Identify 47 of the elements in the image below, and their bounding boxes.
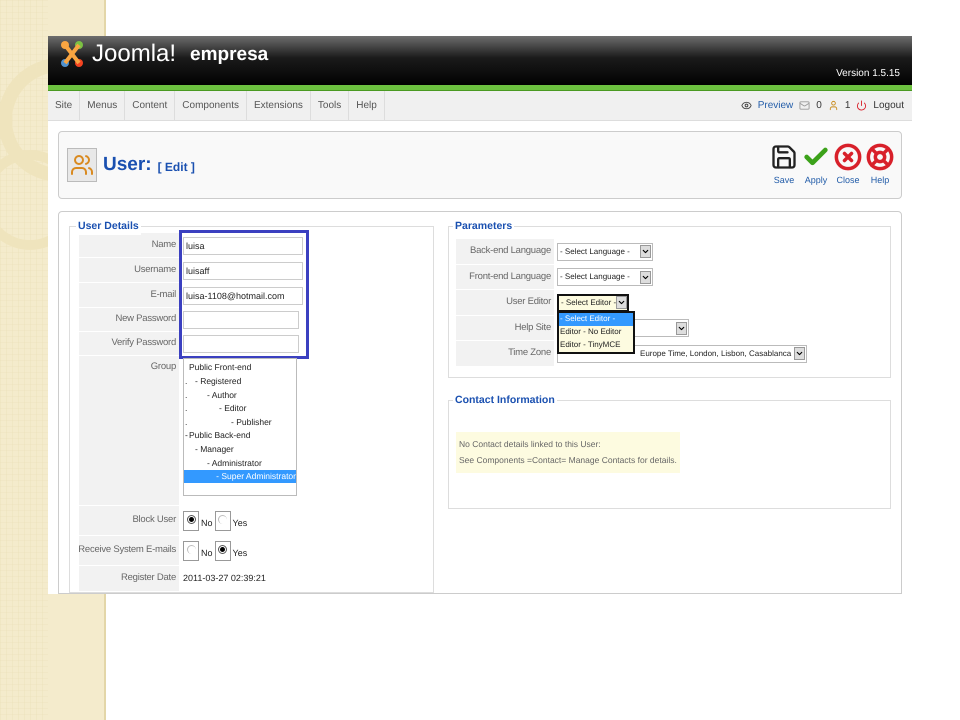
field-label: Block User: [79, 506, 179, 536]
fieldset-legend: User Details: [76, 219, 141, 235]
option-label: - Manager: [195, 442, 234, 456]
radio-label: Yes: [232, 517, 248, 530]
page-subtitle: [ Edit ]: [158, 158, 195, 176]
users-count: 1: [844, 99, 850, 114]
field-label: Name: [79, 233, 179, 258]
field-label: Help Site: [456, 316, 554, 341]
option-label: Public Back-end: [189, 429, 250, 442]
option-label: - Author: [207, 388, 237, 402]
option-label: - Publisher: [231, 416, 272, 429]
field-label: Time Zone: [456, 341, 554, 366]
option-label: - Editor: [219, 402, 246, 415]
field-label: User Editor: [456, 290, 554, 316]
option-lead: .: [185, 402, 188, 415]
option-label: - Super Administrator: [216, 470, 296, 483]
field-label: Group: [79, 356, 179, 506]
field-label: Verify Password: [79, 332, 179, 356]
select-value: - Select Editor -: [561, 296, 616, 309]
select-value: - Select Language -: [560, 246, 630, 258]
notice-text: See Components =Contact= Manage Contacts for details.: [459, 454, 677, 467]
option-lead: .: [185, 416, 188, 429]
option-lead: .: [185, 375, 188, 388]
page-title: User:: [103, 152, 152, 177]
messages-count: 0: [816, 99, 822, 114]
select-value: - Select Language -: [560, 271, 630, 284]
field-label: Register Date: [79, 566, 179, 592]
field-label: New Password: [79, 308, 179, 332]
field-label: E-mail: [79, 283, 179, 308]
version-text: Version 1.5.15: [836, 67, 900, 81]
notice-text: No Contact details linked to this User:: [459, 438, 602, 450]
option-label: Public Front-end: [189, 361, 252, 374]
select-value: Europe Time, London, Lisbon, Casablanca: [639, 348, 792, 360]
register-date: 2011-03-27 02:39:21: [183, 572, 266, 586]
option-label: - Administrator: [207, 456, 262, 470]
option-lead: -: [185, 429, 189, 442]
joomla-logo-text: Joomla!: [92, 42, 176, 66]
field-label: Username: [79, 258, 179, 283]
field-label: Receive System E-mails: [79, 536, 179, 566]
field-label: Front-end Language: [456, 264, 554, 290]
field-label: Back-end Language: [456, 239, 554, 264]
radio-label: No: [201, 547, 213, 560]
site-name: empresa: [190, 44, 268, 64]
radio-label: No: [201, 517, 213, 530]
radio-label: Yes: [232, 547, 248, 560]
option-label: - Registered: [195, 375, 242, 388]
option-lead: .: [185, 388, 188, 402]
